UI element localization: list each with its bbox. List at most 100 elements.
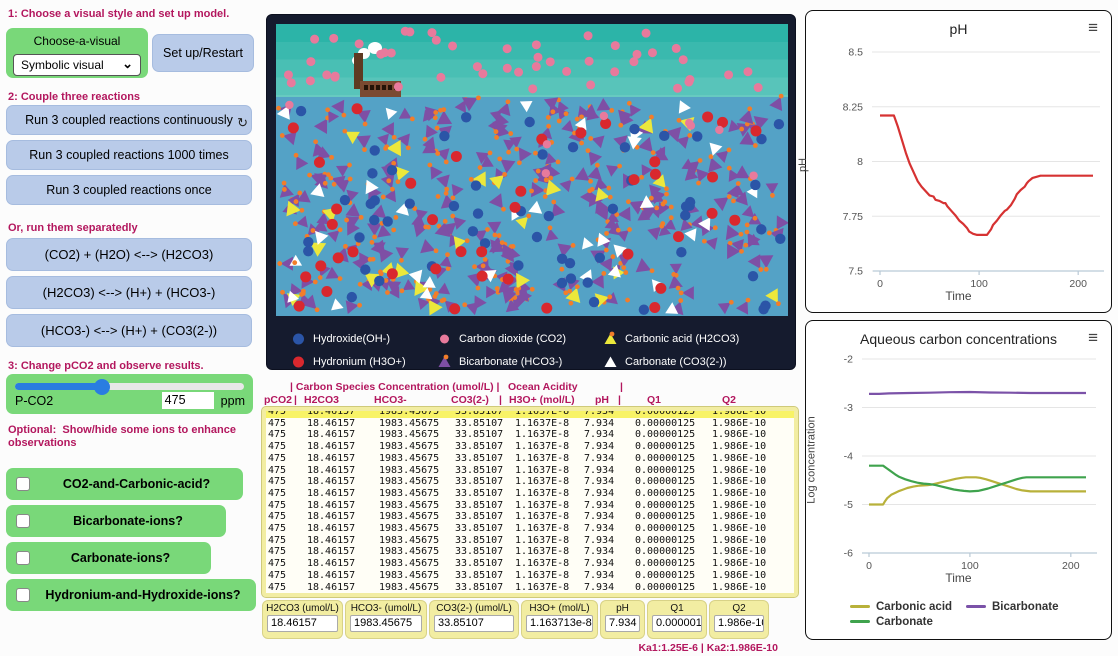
select-value: Symbolic visual — [21, 58, 104, 72]
checkbox-icon[interactable] — [16, 588, 30, 602]
sim-particles-layer — [276, 24, 788, 316]
table-row: 47518.461571983.4567533.851071.1637E-87.… — [266, 558, 794, 570]
circle-icon — [291, 354, 306, 369]
slider-track[interactable] — [15, 383, 244, 390]
legend-label: Carbonic acid — [876, 601, 952, 613]
reaction2-label: (H2CO3) <--> (H+) + (HCO3-) — [43, 285, 216, 300]
forever-icon: ↻ — [237, 115, 248, 131]
setup-restart-label: Set up/Restart — [163, 46, 243, 60]
header-text: H2CO3 — [304, 394, 339, 406]
pco2-slider[interactable]: P-CO2 475 ppm — [6, 374, 253, 414]
circle-icon — [437, 331, 452, 346]
header-text: | — [620, 381, 623, 393]
cc-ylabel: Log concentration — [806, 416, 818, 503]
monitor-3: CO3(2-) (umol/L)33.85107 — [429, 600, 519, 639]
slider-label: P-CO2 — [15, 394, 162, 408]
legend-label: Hydronium (H3O+) — [313, 356, 406, 368]
table-row: 47518.461571983.4567533.851071.1637E-87.… — [266, 429, 794, 441]
table-row: 47518.461571983.4567533.851071.1637E-87.… — [266, 582, 794, 594]
monitors-row: H2CO3 (umol/L)18.46157HCO3- (umol/L)1983… — [262, 600, 769, 639]
svg-text:-5: -5 — [844, 499, 853, 511]
svg-text:-4: -4 — [844, 451, 853, 463]
header-text: | — [618, 394, 621, 406]
note-run-separately: Or, run them separatedly — [8, 222, 138, 235]
triangle-icon — [603, 331, 618, 346]
circle-icon — [291, 331, 306, 346]
note-step1: 1: Choose a visual style and set up mode… — [8, 8, 254, 21]
legend-item: Hydronium (H3O+) — [291, 354, 437, 369]
visual-style-select[interactable]: Symbolic visual ⌄ — [13, 54, 141, 76]
reaction1-label: (CO2) + (H2O) <--> (H2CO3) — [45, 247, 214, 262]
legend-label: Carbonate — [876, 616, 933, 628]
legend-item: Carbon dioxide (CO2) — [437, 331, 603, 346]
legend-swatch — [850, 605, 870, 608]
switch-label: Bicarbonate-ions? — [30, 514, 226, 528]
switch-co2-carbonic[interactable]: CO2-and-Carbonic-acid? — [6, 468, 243, 500]
slider-value[interactable]: 475 — [162, 392, 214, 409]
ph-xlabel: Time — [806, 289, 1111, 303]
ka-constants-note: Ka1:1.25E-6 | Ka2:1.986E-10 — [262, 642, 778, 654]
checkbox-icon[interactable] — [16, 477, 30, 491]
header-text: Q2 — [722, 394, 736, 406]
checkbox-icon[interactable] — [16, 514, 30, 528]
header-text: H3O+ (mol/L) — [509, 394, 575, 406]
legend-label: Carbonic acid (H2CO3) — [625, 333, 739, 345]
header-text: Ocean Acidity — [508, 381, 578, 393]
header-text: CO3(2-) — [451, 394, 489, 406]
svg-text:8.5: 8.5 — [848, 47, 863, 59]
run-once-button[interactable]: Run 3 coupled reactions once — [6, 175, 252, 205]
svg-text:8: 8 — [857, 156, 863, 168]
table-row: 47518.461571983.4567533.851071.1637E-87.… — [266, 511, 794, 523]
reaction1-button[interactable]: (CO2) + (H2O) <--> (H2CO3) — [6, 238, 252, 271]
header-text: pCO2 — [264, 394, 292, 406]
legend-swatch — [850, 620, 870, 623]
header-text: | — [499, 394, 502, 406]
sim-world — [276, 24, 788, 316]
setup-restart-button[interactable]: Set up/Restart — [152, 34, 254, 72]
run-1000-button[interactable]: Run 3 coupled reactions 1000 times — [6, 140, 252, 170]
table-row: 47518.461571983.4567533.851071.1637E-87.… — [266, 546, 794, 558]
triangle-icon — [437, 354, 452, 369]
svg-text:-3: -3 — [844, 402, 853, 414]
reaction2-button[interactable]: (H2CO3) <--> (H+) + (HCO3-) — [6, 276, 252, 309]
model-output[interactable]: 47518.461571983.4567533.851071.1637E-87.… — [262, 407, 798, 597]
header-text: pH — [595, 394, 609, 406]
run-continuous-button[interactable]: Run 3 coupled reactions continuously ↻ — [6, 105, 252, 135]
monitor-6: Q10.00000125 — [647, 600, 707, 639]
monitor-7: Q21.986e-10 — [709, 600, 769, 639]
table-row: 47518.461571983.4567533.851071.1637E-87.… — [266, 441, 794, 453]
legend-label: Bicarbonate — [992, 601, 1058, 613]
chevron-down-icon: ⌄ — [122, 56, 133, 72]
table-row: 47518.461571983.4567533.851071.1637E-87.… — [266, 570, 794, 582]
sim-legend: Hydroxide(OH-)Carbon dioxide (CO2)Carbon… — [291, 327, 781, 373]
header-text: | — [294, 394, 297, 406]
slider-unit: ppm — [221, 394, 245, 408]
switch-label: Hydronium-and-Hydroxide-ions? — [30, 588, 256, 602]
legend-item: Carbonic acid (H2CO3) — [603, 331, 775, 346]
table-row: 47518.461571983.4567533.851071.1637E-87.… — [266, 418, 794, 430]
legend-label: Carbon dioxide (CO2) — [459, 333, 566, 345]
run-continuous-label: Run 3 coupled reactions continuously — [25, 113, 233, 127]
switch-bicarbonate[interactable]: Bicarbonate-ions? — [6, 505, 226, 537]
cc-xlabel: Time — [806, 571, 1111, 585]
table-row: 47518.461571983.4567533.851071.1637E-87.… — [266, 523, 794, 535]
note-step2: 2: Couple three reactions — [8, 91, 140, 104]
svg-text:7.75: 7.75 — [843, 211, 864, 223]
checkbox-icon[interactable] — [16, 551, 30, 565]
svg-text:-6: -6 — [844, 548, 853, 560]
monitor-1: H2CO3 (umol/L)18.46157 — [262, 600, 343, 639]
switch-carbonate[interactable]: Carbonate-ions? — [6, 542, 211, 574]
svg-text:-2: -2 — [844, 354, 853, 366]
table-row: 47518.461571983.4567533.851071.1637E-87.… — [266, 500, 794, 512]
run-1000-label: Run 3 coupled reactions 1000 times — [29, 148, 228, 162]
ph-ylabel: pH — [797, 158, 809, 172]
concentrations-plot: Aqueous carbon concentrations ≡ -2-3-4-5… — [805, 320, 1112, 640]
legend-item: Carbonic acid — [850, 601, 966, 613]
table-row: 47518.461571983.4567533.851071.1637E-87.… — [266, 488, 794, 500]
reaction3-button[interactable]: (HCO3-) <--> (H+) + (CO3(2-)) — [6, 314, 252, 347]
visual-style-chooser: Choose-a-visual Symbolic visual ⌄ — [6, 28, 148, 78]
table-row: 47518.461571983.4567533.851071.1637E-87.… — [266, 407, 794, 418]
monitor-5: pH7.934 — [600, 600, 645, 639]
header-text: Q1 — [647, 394, 661, 406]
switch-hydronium-hydroxide[interactable]: Hydronium-and-Hydroxide-ions? — [6, 579, 256, 611]
